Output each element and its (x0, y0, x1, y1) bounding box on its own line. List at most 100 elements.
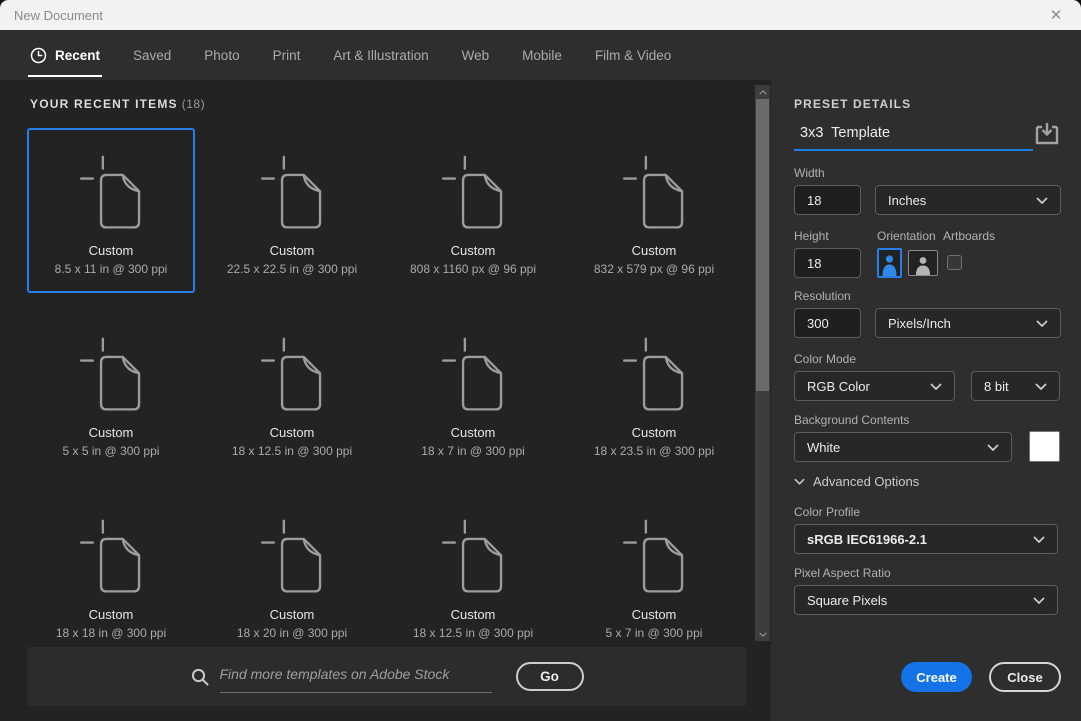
pixel-aspect-ratio-label: Pixel Aspect Ratio (794, 566, 891, 580)
tab-recent[interactable]: Recent (27, 30, 103, 80)
go-button[interactable]: Go (515, 662, 584, 691)
close-button[interactable]: Close (989, 662, 1061, 692)
recent-items-heading: YOUR RECENT ITEMS (18) (30, 97, 206, 111)
template-dimensions: 18 x 23.5 in @ 300 ppi (593, 444, 715, 458)
template-name: Custom (88, 243, 134, 258)
scrollbar[interactable] (755, 85, 770, 641)
template-tile[interactable]: Custom 5 x 7 in @ 300 ppi (570, 492, 738, 657)
preset-name-input[interactable] (794, 125, 1033, 151)
tab-web[interactable]: Web (462, 30, 490, 80)
tab-film-video[interactable]: Film & Video (595, 30, 671, 80)
templates-pane: YOUR RECENT ITEMS (18) Custom 8.5 x 11 in… (0, 80, 771, 721)
template-name: Custom (88, 607, 134, 622)
chevron-down-icon (930, 382, 942, 390)
portrait-person-icon (882, 255, 897, 276)
template-dimensions: 18 x 20 in @ 300 ppi (236, 626, 348, 640)
chevron-down-icon (1033, 596, 1045, 604)
template-name: Custom (631, 607, 677, 622)
document-template-icon (79, 155, 141, 229)
tab-label: Photo (204, 47, 240, 63)
template-tile[interactable]: Custom 18 x 12.5 in @ 300 ppi (208, 310, 376, 475)
tab-label: Web (461, 47, 490, 63)
category-tabbar: Recent Saved Photo Print Art & Illustrat… (0, 30, 1081, 80)
tab-print[interactable]: Print (273, 30, 301, 80)
document-template-icon (622, 337, 684, 411)
advanced-options-toggle[interactable]: Advanced Options (794, 474, 919, 489)
tab-mobile[interactable]: Mobile (522, 30, 562, 80)
chevron-down-icon (1033, 535, 1045, 543)
color-profile-select[interactable]: sRGB IEC61966-2.1 (794, 524, 1058, 554)
stock-search-input[interactable] (219, 666, 492, 682)
preset-details-panel: PRESET DETAILS Width Inches Height Orien… (771, 80, 1081, 721)
template-tile[interactable]: Custom 18 x 18 in @ 300 ppi (27, 492, 195, 657)
search-icon (191, 668, 208, 685)
recent-items-count: (18) (181, 97, 206, 111)
tab-art-illustration[interactable]: Art & Illustration (333, 30, 428, 80)
document-template-icon (622, 155, 684, 229)
artboards-checkbox[interactable] (947, 255, 962, 270)
tab-label: Art & Illustration (333, 47, 429, 63)
document-template-icon (79, 519, 141, 593)
orientation-landscape-button[interactable] (908, 250, 938, 276)
template-name: Custom (450, 243, 496, 258)
chevron-down-icon (1036, 319, 1048, 327)
tab-photo[interactable]: Photo (204, 30, 239, 80)
template-name: Custom (269, 607, 315, 622)
template-tile[interactable]: Custom 8.5 x 11 in @ 300 ppi (27, 128, 195, 293)
color-mode-select[interactable]: RGB Color (794, 371, 955, 401)
template-tile[interactable]: Custom 18 x 12.5 in @ 300 ppi (389, 492, 557, 657)
template-dimensions: 18 x 12.5 in @ 300 ppi (231, 444, 353, 458)
template-name: Custom (450, 607, 496, 622)
tab-label: Saved (133, 47, 172, 63)
template-name: Custom (631, 425, 677, 440)
document-template-icon (79, 337, 141, 411)
template-grid: Custom 8.5 x 11 in @ 300 ppi Custom 22.5… (27, 128, 738, 657)
document-template-icon (441, 155, 503, 229)
scroll-up-icon[interactable] (755, 85, 770, 99)
orientation-portrait-button[interactable] (877, 248, 902, 278)
tab-label: Recent (55, 47, 101, 63)
height-label: Height (794, 229, 829, 243)
scroll-down-icon[interactable] (755, 627, 770, 641)
template-tile[interactable]: Custom 5 x 5 in @ 300 ppi (27, 310, 195, 475)
template-name: Custom (450, 425, 496, 440)
template-dimensions: 8.5 x 11 in @ 300 ppi (54, 262, 168, 276)
tab-saved[interactable]: Saved (133, 30, 171, 80)
tab-label: Print (272, 47, 301, 63)
resolution-input[interactable] (794, 308, 861, 338)
template-tile[interactable]: Custom 18 x 7 in @ 300 ppi (389, 310, 557, 475)
dialog-title: New Document (14, 7, 103, 23)
background-color-swatch[interactable] (1029, 431, 1060, 462)
scrollbar-thumb[interactable] (756, 99, 769, 391)
document-template-icon (622, 519, 684, 593)
color-profile-label: Color Profile (794, 505, 861, 519)
template-tile[interactable]: Custom 808 x 1160 px @ 96 ppi (389, 128, 557, 293)
template-dimensions: 18 x 7 in @ 300 ppi (421, 444, 525, 458)
color-mode-label: Color Mode (794, 352, 857, 366)
bit-depth-select[interactable]: 8 bit (971, 371, 1060, 401)
window-close-icon[interactable]: ✕ (1041, 0, 1071, 30)
background-contents-select[interactable]: White (794, 432, 1012, 462)
pixel-aspect-ratio-select[interactable]: Square Pixels (794, 585, 1058, 615)
document-template-icon (441, 337, 503, 411)
width-label: Width (794, 166, 825, 180)
stock-search-field (219, 666, 492, 693)
new-document-dialog: New Document ✕ Recent Saved Photo Print … (0, 0, 1081, 721)
template-name: Custom (269, 425, 315, 440)
chevron-down-icon (794, 478, 805, 485)
template-tile[interactable]: Custom 22.5 x 22.5 in @ 300 ppi (208, 128, 376, 293)
template-tile[interactable]: Custom 18 x 20 in @ 300 ppi (208, 492, 376, 657)
save-preset-download-icon[interactable] (1035, 121, 1059, 147)
template-tile[interactable]: Custom 832 x 579 px @ 96 ppi (570, 128, 738, 293)
width-unit-select[interactable]: Inches (875, 185, 1061, 215)
template-dimensions: 808 x 1160 px @ 96 ppi (409, 262, 537, 276)
template-dimensions: 18 x 12.5 in @ 300 ppi (412, 626, 534, 640)
resolution-unit-select[interactable]: Pixels/Inch (875, 308, 1061, 338)
width-input[interactable] (794, 185, 861, 215)
template-dimensions: 5 x 7 in @ 300 ppi (605, 626, 703, 640)
height-input[interactable] (794, 248, 861, 278)
template-dimensions: 22.5 x 22.5 in @ 300 ppi (226, 262, 358, 276)
chevron-down-icon (987, 443, 999, 451)
create-button[interactable]: Create (901, 662, 972, 692)
template-tile[interactable]: Custom 18 x 23.5 in @ 300 ppi (570, 310, 738, 475)
